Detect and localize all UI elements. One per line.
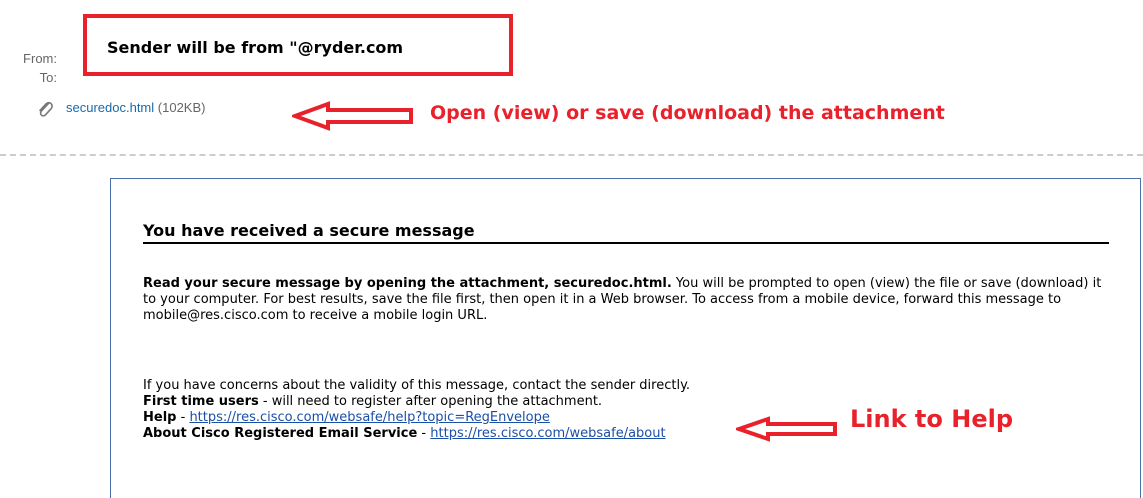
header-divider	[0, 154, 1143, 156]
instructions-paragraph: Read your secure message by opening the …	[143, 276, 1109, 324]
heading-rule	[143, 242, 1109, 244]
message-heading: You have received a secure message	[143, 221, 475, 240]
arrow-left-icon	[292, 101, 413, 131]
concerns-line: If you have concerns about the validity …	[143, 378, 691, 393]
help-annotation-text: Link to Help	[850, 405, 1014, 433]
attachment-annotation-text: Open (view) or save (download) the attac…	[430, 102, 945, 124]
first-time-text: - will need to register after opening th…	[258, 394, 603, 409]
to-label: To:	[39, 70, 57, 85]
paperclip-icon	[39, 101, 53, 117]
first-time-label: First time users	[143, 394, 259, 409]
attachment: securedoc.html (102KB)	[66, 100, 205, 115]
attachment-link[interactable]: securedoc.html	[66, 100, 154, 115]
about-link[interactable]: https://res.cisco.com/websafe/about	[430, 426, 665, 441]
about-label: About Cisco Registered Email Service	[143, 426, 418, 441]
about-separator: -	[417, 426, 431, 441]
from-label: From:	[23, 51, 57, 66]
help-link[interactable]: https://res.cisco.com/websafe/help?topic…	[189, 410, 549, 425]
help-separator: -	[176, 410, 190, 425]
help-label: Help	[143, 410, 177, 425]
arrow-left-icon	[736, 416, 837, 442]
sender-annotation-text: Sender will be from "@ryder.com	[107, 38, 404, 57]
instructions-bold: Read your secure message by opening the …	[143, 276, 672, 291]
attachment-size: (102KB)	[157, 100, 206, 115]
